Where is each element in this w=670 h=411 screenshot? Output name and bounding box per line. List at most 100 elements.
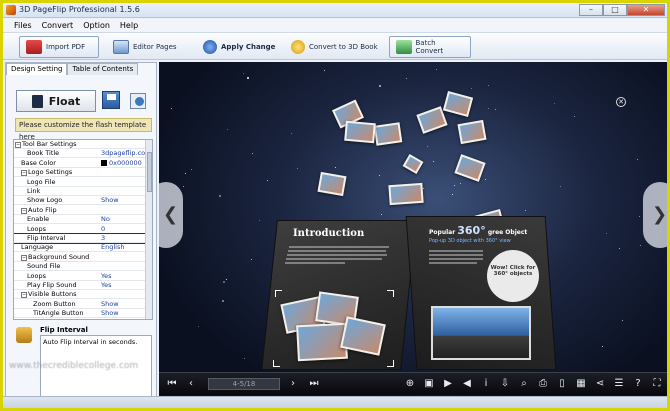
import-pdf-button[interactable]: Import PDF [19,36,99,58]
download-icon[interactable]: ⇩ [498,376,512,392]
property-row[interactable]: Play Flip Sound Yes [14,281,146,290]
minimize-button[interactable]: – [579,4,603,16]
help-icon[interactable]: ? [631,376,645,392]
menu-option[interactable]: Option [78,19,115,32]
property-row[interactable]: Loops Yes [14,272,146,281]
floating-photo [373,122,403,146]
property-value[interactable]: Show [101,309,119,317]
property-row[interactable]: Enable No [14,215,146,225]
property-value[interactable]: 3dpageflip.com [101,149,151,157]
autoplay-icon[interactable]: ▶ [441,376,455,392]
color-swatch[interactable] [101,159,107,166]
property-key: Flip Interval [27,234,66,242]
property-value[interactable]: 0 [101,225,105,233]
property-row[interactable]: Base Color 0x000000 [14,159,146,168]
property-row[interactable]: Sound File [14,262,146,272]
property-row[interactable]: Logo File [14,178,146,187]
bubble-callout[interactable]: Wow! Click for 360° objects [487,250,539,302]
export-template-icon[interactable] [128,91,146,109]
close-button[interactable]: ✕ [627,4,665,16]
property-row[interactable]: − Visible Buttons [14,290,146,300]
editor-pages-button[interactable]: Editor Pages [113,36,177,58]
prev-page-icon[interactable]: ‹ [184,376,198,392]
property-row[interactable]: Book Title 3dpageflip.com [14,149,151,159]
property-key: Loops [27,271,46,280]
property-key: TitAngle Button [33,309,84,318]
property-grid: − Tool Bar Settings Book Title 3dpageflip.c… [13,139,153,320]
property-value[interactable]: No [101,215,110,223]
title-bar: 3D PageFlip Professional 1.5.6 – □ ✕ [3,3,667,18]
star [436,69,438,71]
search-icon[interactable]: ⌕ [517,376,531,392]
star [622,320,624,322]
property-key: Link [27,187,41,195]
property-grid-scrollbar[interactable] [145,140,152,319]
menu-convert[interactable]: Convert [37,19,79,32]
star [171,108,173,110]
toc-icon[interactable]: ☰ [612,376,626,392]
close-icon[interactable]: ✕ [616,97,626,107]
collapse-toggle-icon[interactable]: − [15,142,21,148]
zoom-icon[interactable]: ⊕ [403,376,417,392]
property-value[interactable]: English [101,243,124,251]
toolbar: Import PDF Editor Pages Apply Change Con… [3,32,667,60]
page-indicator[interactable]: 4-5/18 [208,378,280,390]
convert-to-3d-book-button[interactable]: Convert to 3D Book [291,36,378,58]
tab-table-of-contents[interactable]: Table of Contents [67,63,139,75]
property-key: − Visible Buttons [21,290,77,299]
bookmark-icon[interactable]: ▯ [555,376,569,392]
property-row[interactable]: − Background Sound [14,253,146,262]
collapse-toggle-icon[interactable]: − [21,292,27,299]
template-float-button[interactable]: Float [16,90,96,112]
property-key: Zoom Button [33,299,76,308]
property-row[interactable]: Flip Interval 3 [14,233,147,244]
property-row[interactable]: − Auto Flip [14,206,146,215]
grid-icon[interactable]: ▦ [574,376,588,392]
property-value[interactable]: Show [101,196,119,204]
property-row[interactable]: Language English [14,243,146,253]
property-value[interactable]: 0x000000 [101,159,142,167]
property-row[interactable]: Loops 0 [14,225,146,234]
template-label: Float [48,94,81,108]
floating-photo [402,153,424,175]
maximize-button[interactable]: □ [603,4,627,16]
batch-convert-label: Batch Convert [415,39,444,55]
fullscreen-icon[interactable]: ⛶ [650,376,664,392]
batch-convert-button[interactable]: Batch Convert [389,36,471,58]
settings-panel: Design Setting Table of Contents Float P… [5,62,157,405]
collapse-toggle-icon[interactable]: − [21,254,27,261]
thumbnails-icon[interactable]: ▣ [422,376,436,392]
print-icon[interactable]: ⎙ [536,376,550,392]
property-row[interactable]: Show Logo Show [14,196,146,206]
save-template-icon[interactable] [102,91,120,109]
scrollbar-thumb[interactable] [147,152,152,192]
property-row[interactable]: Zoom Button Show [14,300,146,309]
menu-files[interactable]: Files [9,19,37,32]
property-row[interactable]: − Logo Settings [14,168,146,178]
star [244,357,246,359]
last-page-icon[interactable]: ⏭ [307,376,321,392]
property-value[interactable]: Show [101,300,119,308]
property-value[interactable]: 3 [101,234,105,242]
collapse-toggle-icon[interactable]: − [21,207,27,214]
property-row[interactable]: TitAngle Button Show [14,309,146,319]
property-row[interactable]: Link [14,187,146,196]
next-page-icon[interactable]: › [286,376,300,392]
flipbook[interactable]: Introduction Popular 360° gree Object Po… [259,210,559,374]
star [560,185,562,187]
first-page-icon[interactable]: ⏮ [165,376,179,392]
star [432,161,434,163]
star [266,180,268,182]
property-row[interactable]: − Tool Bar Settings [14,140,146,149]
property-value[interactable]: Yes [101,281,112,289]
previous-page-arrow[interactable]: ❮ [159,182,183,248]
next-page-arrow[interactable]: ❯ [643,182,667,248]
share-icon[interactable]: ⋖ [593,376,607,392]
info-icon[interactable]: i [479,376,493,392]
sound-icon[interactable]: ◀ [460,376,474,392]
apply-change-button[interactable]: Apply Change [203,36,275,58]
collapse-toggle-icon[interactable]: − [21,170,27,177]
menu-help[interactable]: Help [115,19,143,32]
property-value[interactable]: Yes [101,272,112,280]
tab-design-setting[interactable]: Design Setting [6,63,68,75]
